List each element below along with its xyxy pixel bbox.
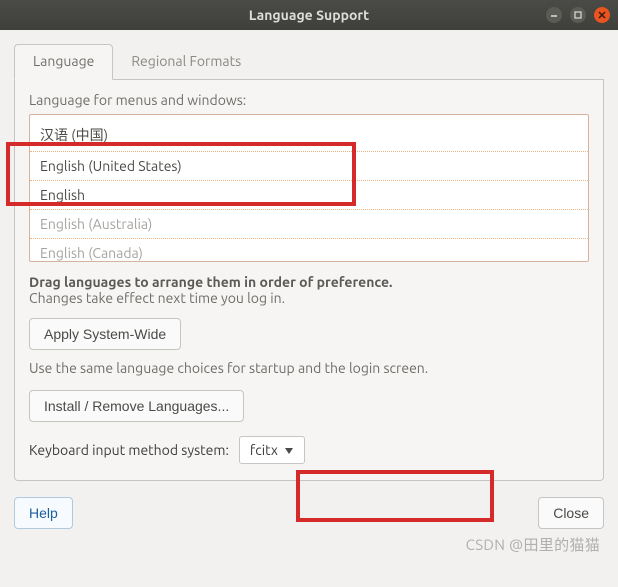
maximize-icon[interactable] [570,7,586,23]
drag-hint-sub: Changes take effect next time you log in… [29,290,589,306]
titlebar: Language Support [0,0,618,30]
dialog-footer: Help Close [14,497,604,529]
help-button[interactable]: Help [14,497,73,529]
list-item[interactable]: English [30,181,588,210]
window-title: Language Support [249,7,369,23]
same-choices-desc: Use the same language choices for startu… [29,360,589,376]
input-method-selected: fcitx [250,442,278,458]
close-icon[interactable] [594,7,610,23]
list-item[interactable]: English (Australia) [30,210,588,239]
window-controls [546,7,610,23]
apply-system-wide-button[interactable]: Apply System-Wide [29,318,181,350]
list-item[interactable]: 汉语 (中国) [30,115,588,152]
list-item[interactable]: English (United States) [30,152,588,181]
drag-hint-bold: Drag languages to arrange them in order … [29,274,589,290]
input-method-label: Keyboard input method system: [29,442,229,458]
tab-row: Language Regional Formats [14,44,604,80]
language-list[interactable]: 汉语 (中国) English (United States) English … [29,114,589,262]
list-item[interactable]: English (Canada) [30,239,588,262]
input-method-select[interactable]: fcitx [239,436,305,464]
menus-windows-label: Language for menus and windows: [29,92,589,108]
close-button[interactable]: Close [538,497,604,529]
tab-regional-formats[interactable]: Regional Formats [113,45,259,79]
tab-language[interactable]: Language [14,44,113,80]
install-remove-languages-button[interactable]: Install / Remove Languages... [29,390,244,422]
client-area: Language Regional Formats Language for m… [0,30,618,587]
minimize-icon[interactable] [546,7,562,23]
watermark-text: CSDN @田里的猫猫 [466,534,600,555]
tab-panel-language: Language for menus and windows: 汉语 (中国) … [14,80,604,481]
input-method-row: Keyboard input method system: fcitx [29,436,589,464]
chevron-down-icon [284,442,294,458]
